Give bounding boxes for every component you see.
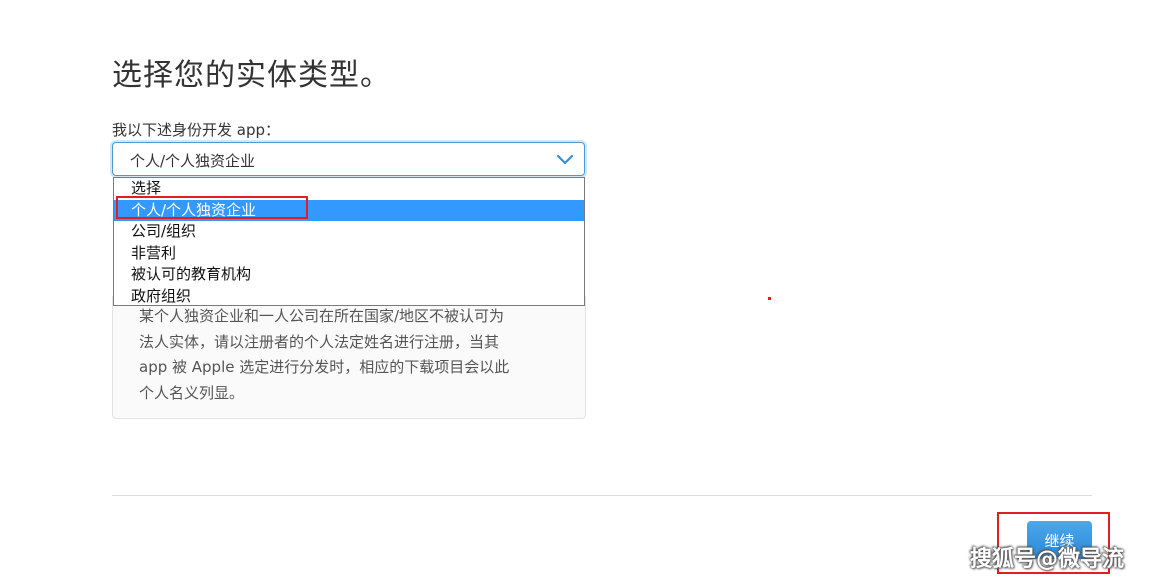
footer-divider xyxy=(112,495,1092,496)
annotation-highlight-option xyxy=(116,196,308,219)
dropdown-option-government[interactable]: 政府组织 xyxy=(114,286,584,308)
page: 选择您的实体类型。 我以下述身份开发 app： 个人/个人独资企业 某个人独资企… xyxy=(0,0,1160,583)
entity-type-select[interactable]: 个人/个人独资企业 xyxy=(112,142,585,176)
entity-info-text: 某个人独资企业和一人公司在所在国家/地区不被认可为 法人实体，请以注册者的个人法… xyxy=(139,304,559,406)
entity-type-selected-value: 个人/个人独资企业 xyxy=(130,152,256,170)
page-title: 选择您的实体类型。 xyxy=(112,58,391,93)
dropdown-option-company[interactable]: 公司/组织 xyxy=(114,221,584,243)
info-line: app 被 Apple 选定进行分发时，相应的下载项目会以此 xyxy=(139,358,510,376)
info-line: 某个人独资企业和一人公司在所在国家/地区不被认可为 xyxy=(139,307,505,325)
dropdown-option-education[interactable]: 被认可的教育机构 xyxy=(114,264,584,286)
entity-type-label: 我以下述身份开发 app： xyxy=(112,121,281,139)
info-line: 个人名义列显。 xyxy=(139,383,245,402)
chevron-down-icon xyxy=(556,151,574,167)
info-line: 法人实体，请以注册者的个人法定姓名进行注册，当其 xyxy=(139,332,500,351)
dropdown-option-nonprofit[interactable]: 非营利 xyxy=(114,243,584,265)
annotation-dot xyxy=(768,297,771,300)
entity-info-panel: 某个人独资企业和一人公司在所在国家/地区不被认可为 法人实体，请以注册者的个人法… xyxy=(112,296,586,419)
watermark: 搜狐号@微导流 xyxy=(970,547,1125,572)
